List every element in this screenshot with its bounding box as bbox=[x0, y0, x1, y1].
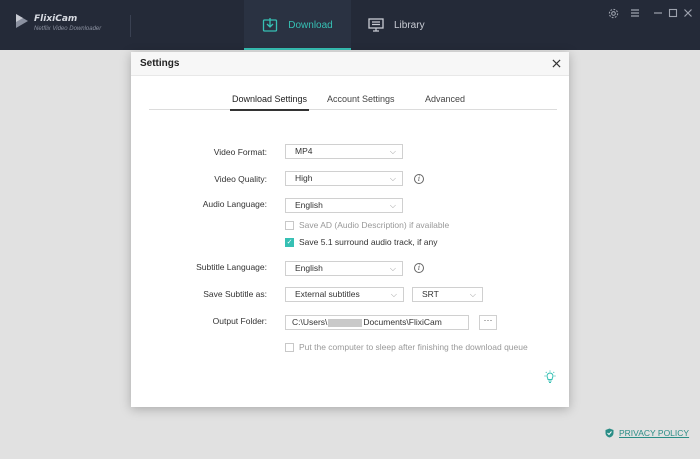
maximize-button[interactable] bbox=[667, 7, 679, 19]
info-icon[interactable]: i bbox=[414, 174, 424, 184]
audio-language-select[interactable]: English ⌵ bbox=[285, 198, 403, 213]
save-ad-option[interactable]: Save AD (Audio Description) if available bbox=[285, 220, 449, 230]
settings-tabs: Download Settings Account Settings Advan… bbox=[149, 94, 557, 111]
save-ad-label: Save AD (Audio Description) if available bbox=[299, 220, 450, 230]
tab-download-label: Download bbox=[288, 19, 333, 31]
chevron-down-icon: ⌵ bbox=[389, 264, 396, 273]
output-folder-suffix: Documents\FlixiCam bbox=[363, 317, 442, 327]
gear-icon bbox=[608, 8, 618, 18]
save-subtitle-select[interactable]: External subtitles ⌵ bbox=[285, 287, 404, 302]
video-quality-select[interactable]: High ⌵ bbox=[285, 171, 403, 186]
hamburger-icon bbox=[631, 9, 639, 17]
tab-library-label: Library bbox=[394, 19, 425, 31]
tab-advanced[interactable]: Advanced bbox=[425, 94, 465, 104]
audio-language-value: English bbox=[295, 200, 323, 210]
browse-folder-button[interactable]: ··· bbox=[479, 315, 497, 330]
menu-button[interactable] bbox=[629, 7, 641, 19]
audio-language-label: Audio Language: bbox=[202, 199, 267, 209]
privacy-policy-link[interactable]: PRIVACY POLICY bbox=[605, 428, 689, 438]
video-format-label: Video Format: bbox=[213, 147, 267, 157]
video-quality-value: High bbox=[295, 173, 313, 183]
save-subtitle-value: External subtitles bbox=[295, 289, 360, 299]
chevron-down-icon: ⌵ bbox=[389, 174, 396, 183]
chevron-down-icon: ⌵ bbox=[389, 201, 396, 210]
video-quality-label: Video Quality: bbox=[214, 174, 267, 184]
chevron-down-icon: ⌵ bbox=[389, 147, 396, 156]
top-divider bbox=[130, 15, 131, 37]
info-icon[interactable]: i bbox=[414, 263, 424, 273]
close-button[interactable] bbox=[682, 7, 694, 19]
lightbulb-icon[interactable] bbox=[543, 370, 557, 384]
video-format-select[interactable]: MP4 ⌵ bbox=[285, 144, 403, 159]
dialog-header: Settings bbox=[131, 52, 569, 76]
save-51-option[interactable]: ✓ Save 5.1 surround audio track, if any bbox=[285, 237, 437, 247]
app-subtitle: Netflix Video Downloader bbox=[34, 26, 102, 32]
subtitle-language-label: Subtitle Language: bbox=[196, 262, 267, 272]
title-bar: FlixiCam Netflix Video Downloader Downlo… bbox=[0, 0, 700, 50]
settings-dialog: Settings Download Settings Account Setti… bbox=[131, 52, 569, 407]
minimize-icon bbox=[654, 12, 662, 14]
subtitle-format-value: SRT bbox=[422, 289, 439, 299]
save-51-label: Save 5.1 surround audio track, if any bbox=[299, 237, 438, 247]
sleep-option[interactable]: Put the computer to sleep after finishin… bbox=[285, 342, 528, 352]
chevron-down-icon: ⌵ bbox=[469, 290, 476, 299]
dialog-title: Settings bbox=[140, 58, 180, 69]
app-brand: FlixiCam bbox=[34, 14, 78, 24]
subtitle-language-select[interactable]: English ⌵ bbox=[285, 261, 403, 276]
subtitle-language-value: English bbox=[295, 263, 323, 273]
minimize-button[interactable] bbox=[652, 7, 664, 19]
save-subtitle-label: Save Subtitle as: bbox=[203, 289, 267, 299]
save-51-checkbox[interactable]: ✓ bbox=[285, 237, 294, 247]
subtitle-format-select[interactable]: SRT ⌵ bbox=[412, 287, 483, 302]
tab-library[interactable]: Library bbox=[368, 0, 448, 50]
tab-download[interactable]: Download bbox=[244, 0, 351, 50]
tab-download-settings[interactable]: Download Settings bbox=[229, 94, 310, 111]
dialog-close-button[interactable] bbox=[552, 56, 561, 70]
close-icon bbox=[684, 9, 692, 17]
privacy-policy-label: PRIVACY POLICY bbox=[619, 428, 690, 438]
sleep-label: Put the computer to sleep after finishin… bbox=[299, 342, 528, 352]
save-ad-checkbox[interactable] bbox=[285, 220, 294, 230]
download-icon bbox=[263, 18, 278, 32]
monitor-icon bbox=[368, 18, 384, 32]
redacted-username bbox=[328, 318, 363, 327]
output-folder-prefix: C:\Users\ bbox=[292, 317, 328, 327]
close-icon bbox=[552, 59, 561, 68]
output-folder-label: Output Folder: bbox=[212, 316, 267, 326]
tab-account-settings[interactable]: Account Settings bbox=[327, 94, 395, 104]
shield-icon bbox=[605, 428, 614, 438]
app-logo-icon bbox=[16, 14, 28, 28]
maximize-icon bbox=[668, 8, 678, 18]
sleep-checkbox[interactable] bbox=[285, 342, 294, 352]
output-folder-field[interactable]: C:\Users\ Documents\FlixiCam bbox=[285, 315, 469, 330]
settings-button[interactable] bbox=[607, 7, 619, 19]
chevron-down-icon: ⌵ bbox=[390, 290, 397, 299]
video-format-value: MP4 bbox=[295, 146, 313, 156]
